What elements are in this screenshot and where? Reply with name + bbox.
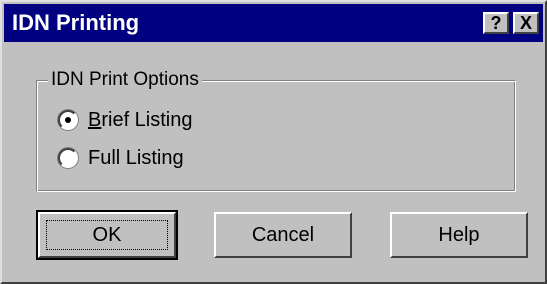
radio-full-label: Full Listing	[88, 146, 184, 169]
cancel-button[interactable]: Cancel	[214, 212, 352, 258]
ok-button[interactable]: OK	[36, 210, 178, 260]
question-mark-icon: ?	[490, 13, 502, 33]
radio-brief-listing[interactable]: Brief Listing	[58, 106, 193, 134]
radio-brief-label: Brief Listing	[88, 108, 193, 131]
radio-full-listing[interactable]: Full Listing	[58, 144, 184, 172]
radio-unselected-icon	[58, 148, 78, 168]
radio-dot-icon	[65, 117, 71, 123]
close-icon: X	[519, 13, 532, 33]
close-button[interactable]: X	[513, 12, 539, 34]
dialog-title: IDN Printing	[12, 10, 140, 35]
title-bar: IDN Printing ? X	[4, 4, 543, 42]
print-options-group	[36, 80, 516, 192]
context-help-button[interactable]: ?	[483, 12, 509, 34]
cancel-button-label: Cancel	[251, 223, 315, 246]
radio-selected-icon	[58, 110, 78, 130]
focus-rectangle	[46, 220, 168, 250]
group-label: IDN Print Options	[48, 69, 202, 91]
help-button-label: Help	[438, 223, 480, 246]
help-button[interactable]: Help	[390, 212, 528, 258]
